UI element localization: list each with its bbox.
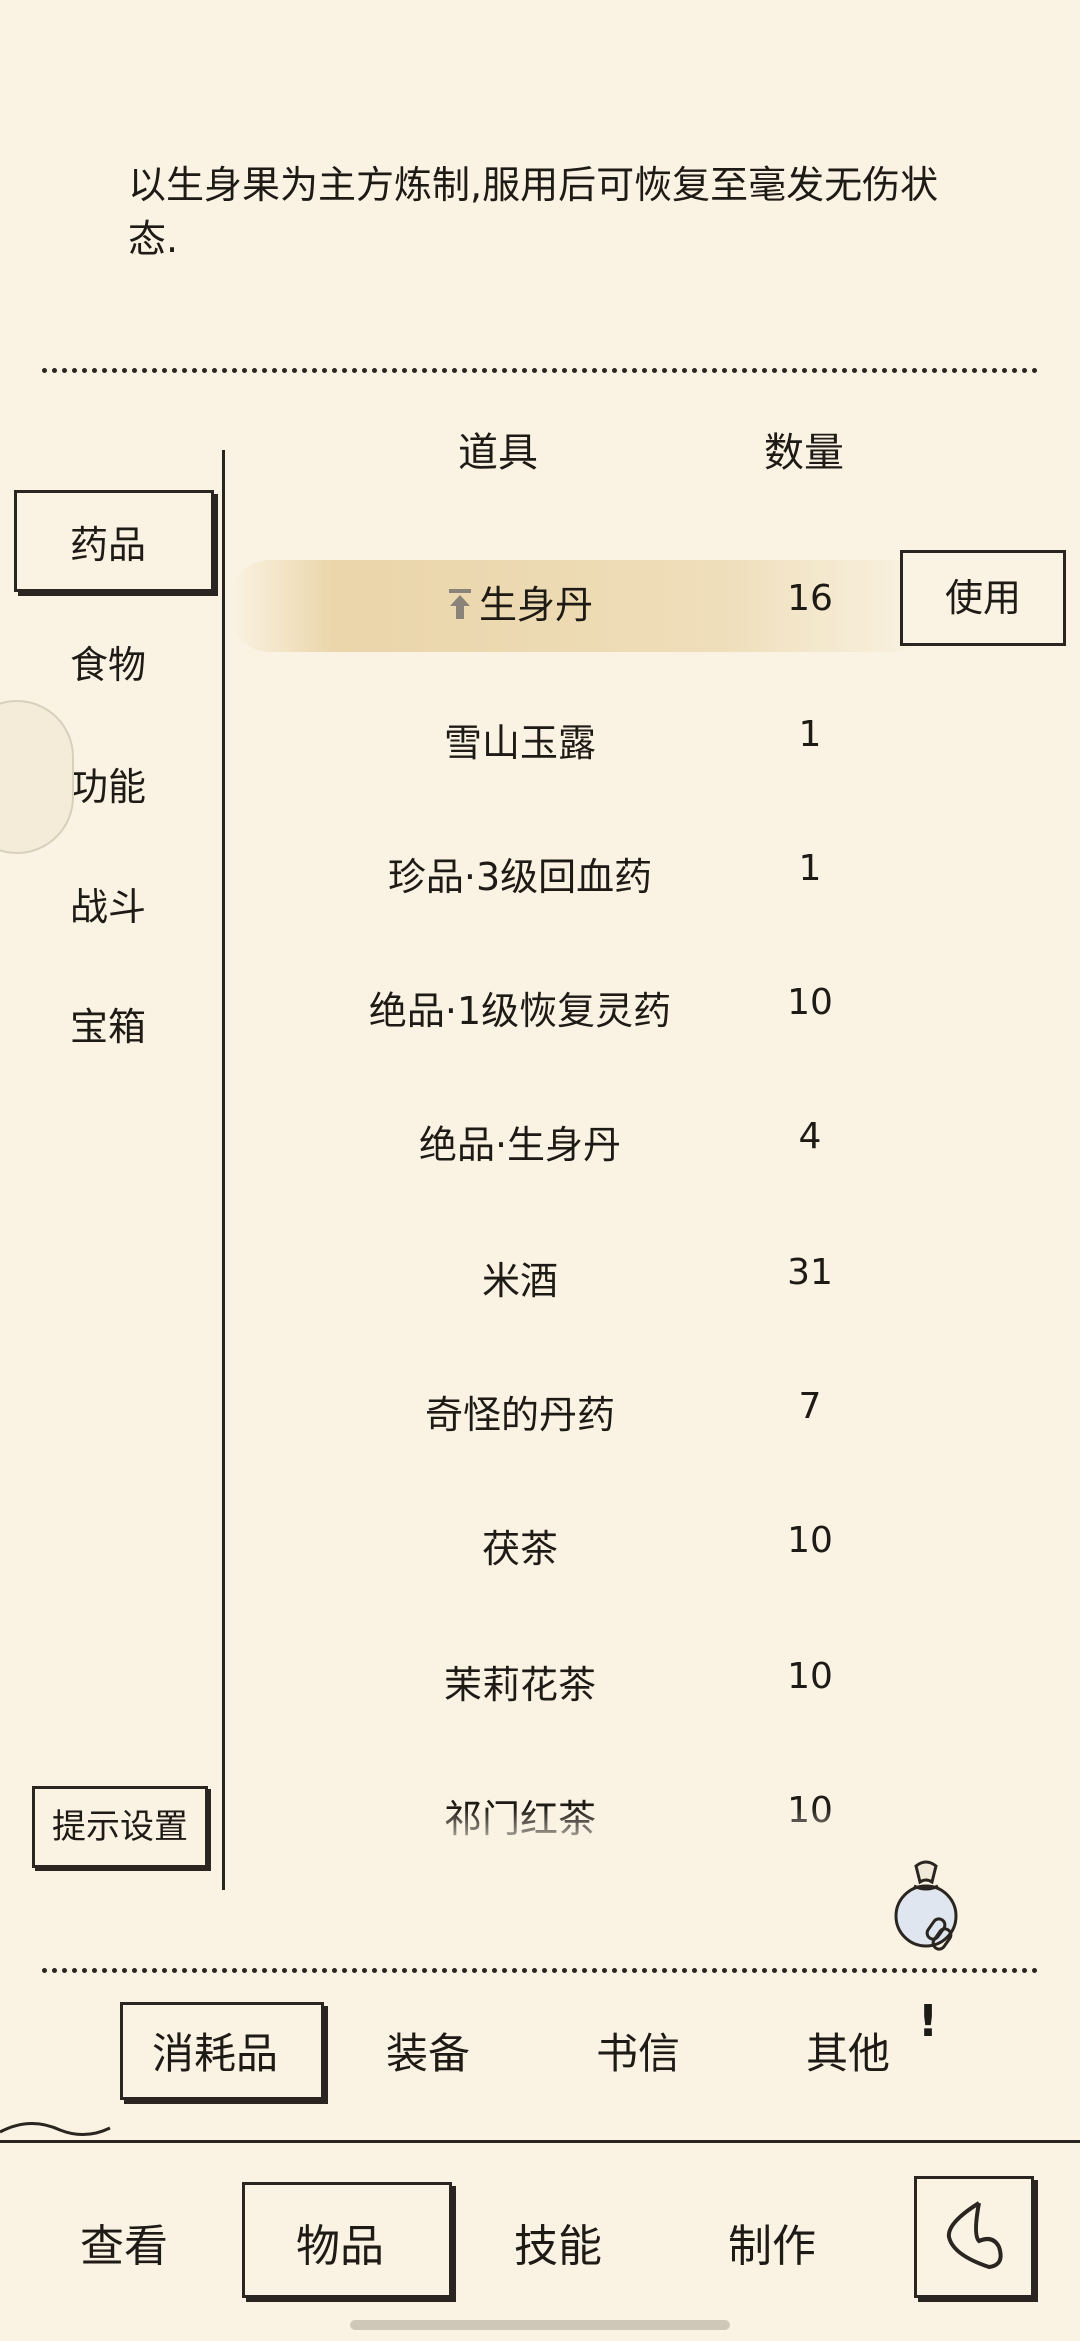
- tab-other[interactable]: 其他: [806, 2020, 890, 2081]
- item-description: 以生身果为主方炼制,服用后可恢复至毫发无伤状态.: [128, 163, 939, 261]
- item-name[interactable]: 珍品·3级回血药: [240, 846, 800, 901]
- bag-icon[interactable]: [886, 1856, 966, 1956]
- item-qty: 1: [798, 714, 822, 755]
- back-button[interactable]: [914, 2176, 1034, 2298]
- list-fade: [240, 1808, 940, 1868]
- list-item[interactable]: 生身丹: [240, 574, 800, 630]
- category-chest[interactable]: 宝箱: [70, 996, 220, 1051]
- alert-icon: !: [918, 1996, 939, 2047]
- bottom-bar-divider: [0, 2140, 1080, 2143]
- category-function[interactable]: 功能: [70, 756, 220, 811]
- use-button[interactable]: 使用: [900, 550, 1066, 646]
- back-icon: [939, 2195, 1009, 2279]
- category-medicine[interactable]: 药品: [70, 514, 220, 569]
- item-name[interactable]: 茯茶: [240, 1518, 800, 1573]
- nav-craft[interactable]: 制作: [728, 2210, 816, 2274]
- nav-view[interactable]: 查看: [80, 2210, 168, 2274]
- item-qty: 7: [798, 1386, 822, 1427]
- item-name[interactable]: 米酒: [240, 1250, 800, 1305]
- floating-side-badge[interactable]: [0, 700, 74, 854]
- item-qty: 10: [787, 1656, 833, 1697]
- item-name[interactable]: 茉莉花茶: [240, 1654, 800, 1709]
- divider-top: [42, 368, 1038, 373]
- item-qty: 31: [787, 1252, 833, 1293]
- item-name[interactable]: 奇怪的丹药: [240, 1384, 800, 1439]
- nav-items[interactable]: 物品: [296, 2210, 384, 2274]
- tab-equipment[interactable]: 装备: [386, 2020, 470, 2081]
- category-combat[interactable]: 战斗: [70, 876, 220, 931]
- nav-skills[interactable]: 技能: [514, 2210, 602, 2274]
- category-food[interactable]: 食物: [70, 634, 220, 689]
- hint-settings-button[interactable]: 提示设置: [32, 1786, 208, 1868]
- item-qty: 16: [787, 578, 833, 619]
- tab-letters[interactable]: 书信: [596, 2020, 680, 2081]
- item-name[interactable]: 绝品·1级恢复灵药: [240, 980, 800, 1035]
- bottom-bar-swirl: [0, 2112, 120, 2146]
- divider-bottom: [42, 1968, 1038, 1973]
- home-indicator: [350, 2320, 730, 2330]
- pin-up-icon: [447, 586, 473, 630]
- header-item: 道具: [458, 430, 538, 476]
- item-qty: 1: [798, 848, 822, 889]
- header-count: 数量: [764, 430, 844, 476]
- item-qty: 10: [787, 1520, 833, 1561]
- tab-consumables[interactable]: 消耗品: [152, 2020, 278, 2081]
- item-name: 生身丹: [478, 583, 593, 627]
- item-qty: 10: [787, 982, 833, 1023]
- item-qty: 4: [798, 1116, 822, 1157]
- sidebar-divider: [222, 450, 225, 1890]
- item-name[interactable]: 绝品·生身丹: [240, 1114, 800, 1169]
- item-name[interactable]: 雪山玉露: [240, 712, 800, 767]
